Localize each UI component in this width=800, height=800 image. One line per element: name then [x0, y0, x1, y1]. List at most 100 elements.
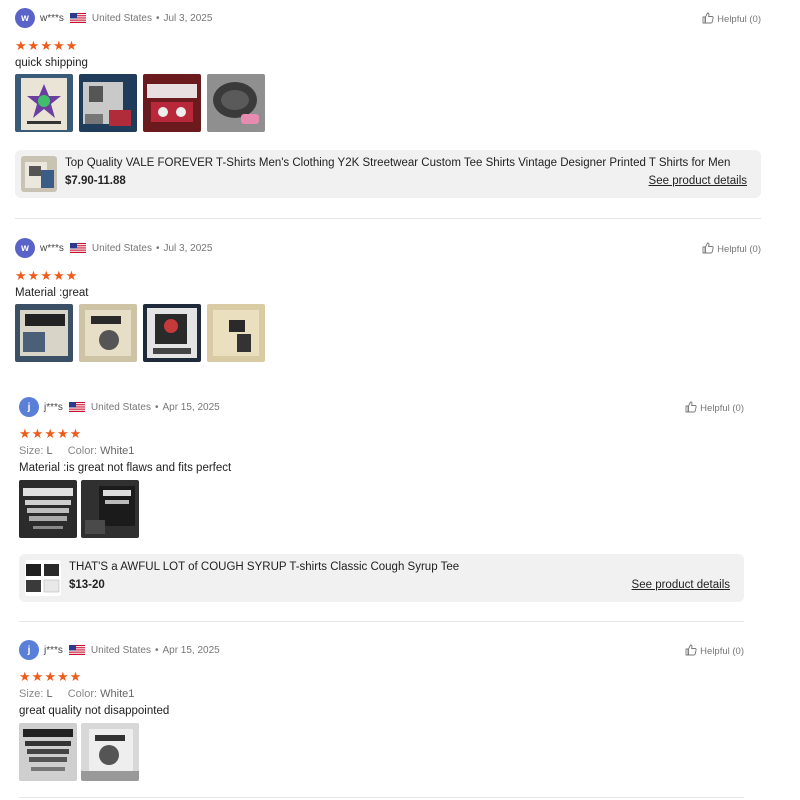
review-header: w w***s United States • Jul 3, 2025 Help… [15, 6, 761, 30]
see-product-details-link[interactable]: See product details [632, 579, 730, 591]
review-photo[interactable] [15, 74, 73, 132]
star-icon: ★ [40, 39, 52, 54]
separator-dot: • [155, 12, 160, 24]
color-label: Color: [67, 445, 98, 457]
reviewer-name: j***s [44, 401, 63, 413]
star-icon: ★ [31, 670, 44, 685]
review-text: Material :great [15, 287, 89, 299]
avatar: w [15, 8, 35, 28]
star-icon: ★ [56, 427, 69, 442]
review-photo[interactable] [143, 304, 201, 362]
review-photo[interactable] [207, 304, 265, 362]
star-icon: ★ [27, 39, 40, 54]
review-photos [15, 304, 761, 362]
review-photo[interactable] [19, 723, 77, 781]
reviewer-name: w***s [40, 242, 64, 254]
star-icon: ★ [15, 269, 27, 284]
reviewer-name: w***s [40, 12, 64, 24]
review-date: Jul 3, 2025 [163, 12, 213, 24]
product-card[interactable]: THAT'S a AWFUL LOT of COUGH SYRUP T-shir… [19, 554, 744, 602]
product-thumbnail [21, 156, 57, 192]
size-label: Size: [19, 688, 44, 700]
product-title[interactable]: Top Quality VALE FOREVER T-Shirts Men's … [65, 157, 751, 169]
star-icon: ★ [69, 427, 82, 442]
star-icon: ★ [44, 427, 56, 442]
star-icon: ★ [65, 269, 78, 284]
separator-dot: • [154, 401, 159, 413]
review-text: great quality not disappointed [19, 705, 170, 717]
review-sku-attributes: Size: L Color: White1 [19, 445, 744, 459]
review-photo[interactable] [79, 304, 137, 362]
thumbs-up-icon [685, 644, 700, 659]
star-icon: ★ [56, 670, 69, 685]
review-date: Apr 15, 2025 [162, 401, 220, 413]
review-header: j j***s United States • Apr 15, 2025 Hel… [19, 395, 744, 419]
review-date: Apr 15, 2025 [162, 644, 220, 656]
avatar: j [19, 640, 39, 660]
thumbs-up-icon [702, 242, 717, 257]
review-divider [19, 797, 744, 798]
separator-dot: • [155, 242, 160, 254]
review-header: j j***s United States • Apr 15, 2025 Hel… [19, 638, 744, 662]
review-photo[interactable] [143, 74, 201, 132]
product-price: $7.90-11.88 [65, 175, 126, 187]
product-title[interactable]: THAT'S a AWFUL LOT of COUGH SYRUP T-shir… [69, 561, 734, 573]
us-flag-icon [68, 645, 85, 655]
product-info: THAT'S a AWFUL LOT of COUGH SYRUP T-shir… [69, 554, 744, 602]
helpful-label: Helpful (0) [717, 244, 761, 255]
us-flag-icon [68, 402, 85, 412]
review-card: w w***s United States • Jul 3, 2025 Help… [15, 6, 761, 132]
review-sku-attributes: Size: L Color: White1 [19, 688, 744, 702]
review-photo[interactable] [15, 304, 73, 362]
review-photo[interactable] [207, 74, 265, 132]
star-icon: ★ [65, 39, 78, 54]
star-icon: ★ [15, 39, 27, 54]
review-card: j j***s United States • Apr 15, 2025 Hel… [19, 638, 744, 781]
reviewer-name: j***s [44, 644, 63, 656]
reviewer-country: United States [91, 12, 152, 24]
star-rating: ★ ★ ★ ★ ★ [19, 428, 744, 442]
size-label: Size: [19, 445, 44, 457]
size-value: L [46, 445, 53, 457]
star-rating: ★ ★ ★ ★ ★ [15, 270, 761, 284]
helpful-button[interactable]: Helpful (0) [685, 644, 744, 659]
review-photos [19, 723, 744, 781]
color-value: White1 [100, 688, 135, 700]
star-rating: ★ ★ ★ ★ ★ [19, 671, 744, 685]
star-rating: ★ ★ ★ ★ ★ [15, 40, 761, 54]
star-icon: ★ [19, 670, 31, 685]
star-icon: ★ [52, 269, 65, 284]
see-product-details-link[interactable]: See product details [649, 175, 747, 187]
helpful-label: Helpful (0) [700, 646, 744, 657]
review-photo[interactable] [79, 74, 137, 132]
review-divider [15, 218, 761, 219]
helpful-button[interactable]: Helpful (0) [685, 401, 744, 416]
avatar: w [15, 238, 35, 258]
us-flag-icon [69, 243, 86, 253]
helpful-label: Helpful (0) [700, 403, 744, 414]
review-photo[interactable] [81, 480, 139, 538]
helpful-button[interactable]: Helpful (0) [702, 242, 761, 257]
review-photos [19, 480, 744, 538]
reviewer-country: United States [91, 242, 152, 254]
star-icon: ★ [40, 269, 52, 284]
review-card: j j***s United States • Apr 15, 2025 Hel… [19, 395, 744, 538]
helpful-button[interactable]: Helpful (0) [702, 12, 761, 27]
star-icon: ★ [31, 427, 44, 442]
thumbs-up-icon [685, 401, 700, 416]
star-icon: ★ [19, 427, 31, 442]
review-text: quick shipping [15, 57, 88, 69]
product-thumbnail [25, 560, 61, 596]
star-icon: ★ [44, 670, 56, 685]
star-icon: ★ [27, 269, 40, 284]
review-photo[interactable] [19, 480, 77, 538]
review-photo[interactable] [81, 723, 139, 781]
size-value: L [46, 688, 53, 700]
us-flag-icon [69, 13, 86, 23]
avatar: j [19, 397, 39, 417]
review-date: Jul 3, 2025 [163, 242, 213, 254]
review-header: w w***s United States • Jul 3, 2025 Help… [15, 236, 761, 260]
review-text: Material :is great not flaws and fits pe… [19, 462, 232, 474]
color-label: Color: [67, 688, 98, 700]
product-card[interactable]: Top Quality VALE FOREVER T-Shirts Men's … [15, 150, 761, 198]
